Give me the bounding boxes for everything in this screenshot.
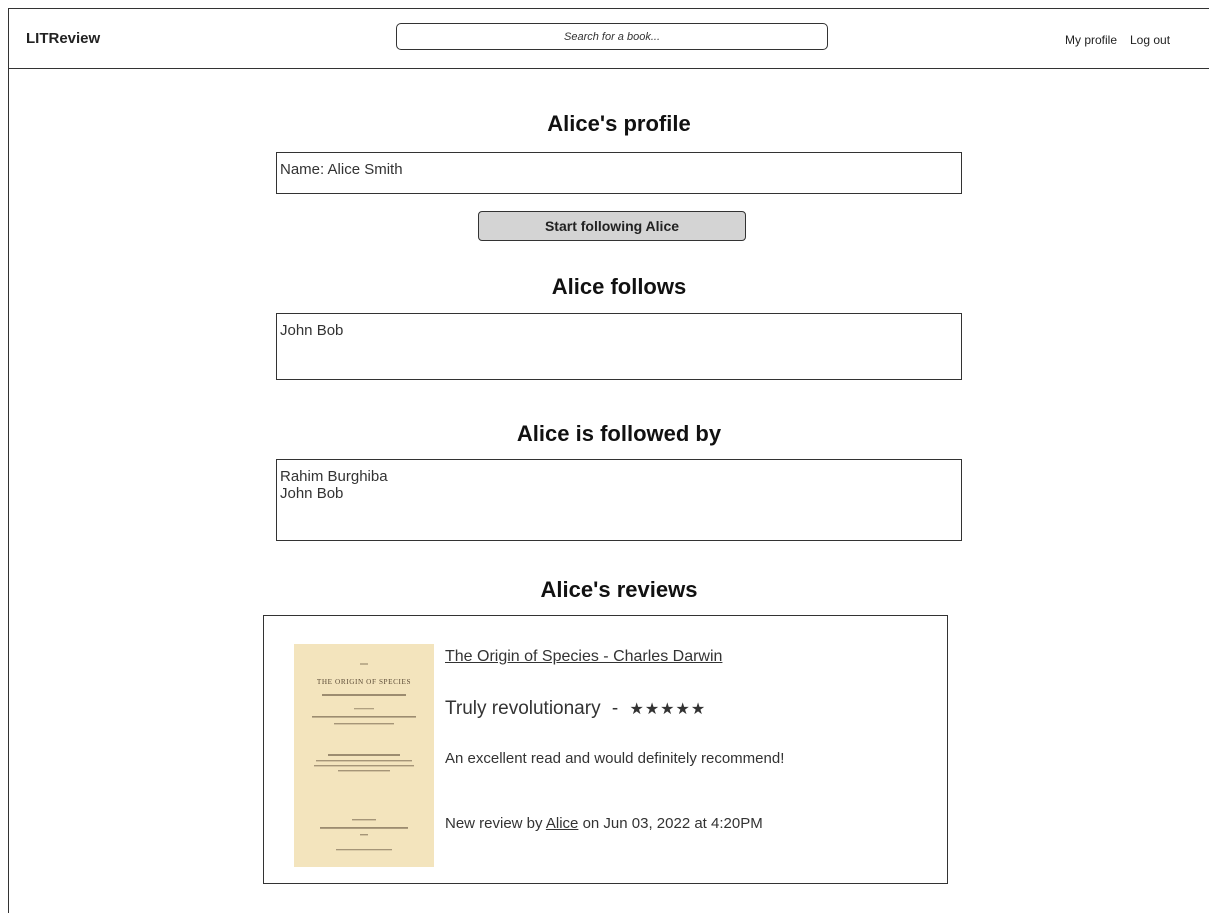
- book-cover-art: THE ORIGIN OF SPECIES: [294, 644, 434, 867]
- review-author-link[interactable]: Alice: [546, 815, 579, 832]
- review-headline-text: Truly revolutionary: [445, 698, 601, 719]
- profile-name-box: Name: Alice Smith: [276, 152, 962, 194]
- followed-by-list: Rahim Burghiba John Bob: [276, 459, 962, 541]
- list-item[interactable]: John Bob: [280, 485, 961, 502]
- list-item[interactable]: John Bob: [280, 322, 961, 339]
- review-card: THE ORIGIN OF SPECIES The Origin of Spec…: [263, 615, 948, 884]
- top-navigation-bar: LITReview My profile Log out: [8, 8, 1209, 69]
- start-following-button[interactable]: Start following Alice: [478, 211, 746, 241]
- review-meta-prefix: New review by: [445, 815, 543, 832]
- book-cover-image: THE ORIGIN OF SPECIES: [294, 644, 434, 867]
- review-meta: New review by Alice on Jun 03, 2022 at 4…: [445, 815, 763, 832]
- log-out-link[interactable]: Log out: [1130, 33, 1170, 47]
- follows-list: John Bob: [276, 313, 962, 380]
- star-rating-icon: ★★★★★: [629, 699, 707, 718]
- profile-name: Name: Alice Smith: [280, 161, 403, 178]
- reviews-title: Alice's reviews: [540, 577, 698, 602]
- brand-logo[interactable]: LITReview: [26, 30, 100, 47]
- review-body: An excellent read and would definitely r…: [445, 750, 785, 767]
- search-input[interactable]: [396, 23, 828, 50]
- profile-title: Alice's profile: [547, 111, 691, 136]
- review-meta-date: on Jun 03, 2022 at 4:20PM: [582, 815, 763, 832]
- followed-by-title: Alice is followed by: [516, 421, 722, 446]
- review-headline: Truly revolutionary - ★★★★★: [445, 698, 706, 720]
- list-item[interactable]: Rahim Burghiba: [280, 468, 961, 485]
- my-profile-link[interactable]: My profile: [1065, 33, 1117, 47]
- review-headline-separator: -: [611, 698, 619, 719]
- cover-title-text: THE ORIGIN OF SPECIES: [317, 678, 411, 686]
- follows-title: Alice follows: [551, 274, 687, 299]
- review-book-title-link[interactable]: The Origin of Species - Charles Darwin: [445, 648, 722, 666]
